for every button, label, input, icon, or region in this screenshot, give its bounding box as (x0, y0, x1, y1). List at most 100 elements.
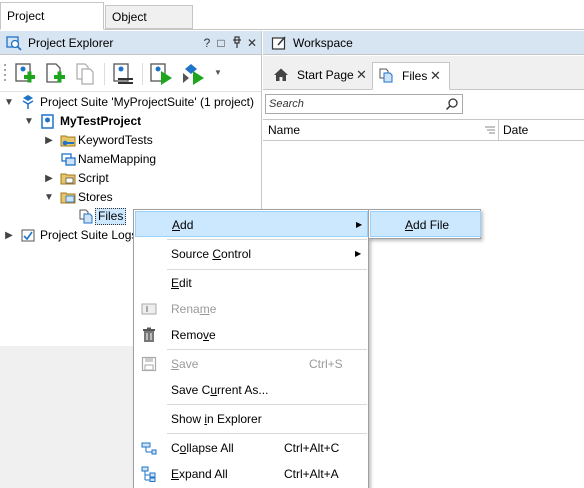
tree-label: Project Suite 'MyProjectSuite' (1 projec… (40, 95, 254, 109)
search-input[interactable]: Search (265, 94, 463, 114)
workspace-icon (271, 36, 286, 50)
column-divider[interactable] (498, 120, 499, 140)
menu-label: Remove (171, 328, 216, 342)
menu-item-rename[interactable]: Rename (135, 296, 368, 322)
rename-icon (141, 303, 157, 315)
tree-item-name-mapping[interactable]: NameMapping (0, 150, 261, 169)
config-icon[interactable] (110, 61, 136, 87)
tab-label: Files (402, 69, 428, 83)
collapse-arrow-icon[interactable]: ▼ (4, 93, 14, 112)
search-icon[interactable] (445, 97, 459, 111)
tab-label: Start Page (297, 68, 354, 82)
add-new-item-icon[interactable] (12, 61, 38, 87)
tree-item-script[interactable]: ▶ Script (0, 169, 261, 188)
collapse-arrow-icon[interactable]: ▼ (24, 112, 34, 131)
name-mapping-icon (61, 153, 76, 166)
toolbar-divider (142, 63, 143, 85)
menu-item-source-control[interactable]: Source Control ▶ (135, 241, 368, 267)
trash-icon (143, 327, 155, 342)
menu-item-save-current-as[interactable]: Save Current As... (135, 377, 368, 403)
menu-label: Save Current As... (171, 383, 269, 397)
tab-start-page[interactable]: Start Page ✕ (265, 62, 371, 90)
menu-shortcut: Ctrl+Alt+A (284, 467, 339, 481)
menu-separator (167, 433, 367, 434)
menu-item-expand-all[interactable]: Expand All Ctrl+Alt+A (135, 461, 368, 487)
copy-icon[interactable] (72, 61, 98, 87)
add-new-file-icon[interactable] (42, 61, 68, 87)
logs-icon (21, 229, 35, 242)
expand-all-icon (141, 466, 156, 482)
menu-item-remove[interactable]: Remove (135, 322, 368, 348)
tree-label: MyTestProject (60, 114, 142, 128)
close-panel-icon[interactable]: ✕ (244, 35, 260, 51)
collapse-arrow-icon[interactable]: ▼ (44, 188, 54, 207)
menu-label: Add File (405, 218, 450, 232)
keyword-tests-icon (60, 135, 76, 147)
tree-item-project-suite[interactable]: ▼ Project Suite 'MyProjectSuite' (1 proj… (0, 93, 261, 112)
files-icon (379, 68, 393, 83)
project-explorer-header: Project Explorer ? □ ✕ (0, 31, 261, 55)
float-window-icon[interactable]: □ (213, 35, 229, 51)
project-explorer-title: Project Explorer (28, 36, 114, 50)
collapse-all-icon (141, 442, 157, 455)
tree-label: Script (78, 171, 109, 185)
menu-label: Show in Explorer (171, 412, 262, 426)
menu-label: Save (171, 357, 199, 371)
close-tab-icon[interactable]: ✕ (356, 62, 367, 88)
project-suite-icon (22, 95, 34, 109)
submenu-arrow-icon: ▶ (355, 249, 362, 258)
tab-object-browser[interactable]: Object Browser (105, 5, 193, 46)
close-tab-icon[interactable]: ✕ (430, 63, 441, 89)
column-header-date[interactable]: Date (503, 123, 528, 137)
column-filter-icon[interactable] (485, 126, 495, 135)
add-submenu: Add File (368, 209, 481, 239)
tree-label: Project Suite Logs (40, 228, 138, 242)
menu-separator (167, 349, 367, 350)
toolbar-grip-icon (4, 64, 6, 81)
tab-files[interactable]: Files ✕ (372, 62, 450, 90)
menu-label: Rename (171, 302, 217, 316)
menu-item-save[interactable]: Save Ctrl+S (135, 351, 368, 377)
expand-arrow-icon[interactable]: ▶ (44, 131, 54, 150)
main-tab-strip: Project Workspace Object Browser (0, 0, 584, 49)
project-explorer-icon (6, 36, 22, 51)
run-suite-icon[interactable] (180, 61, 206, 87)
files-icon (79, 209, 93, 224)
save-icon (141, 356, 157, 372)
tree-label: KeywordTests (78, 133, 153, 147)
script-icon (60, 173, 76, 185)
files-grid-header: Name Date (263, 119, 584, 141)
project-icon (41, 114, 54, 129)
menu-label: Add (172, 218, 194, 232)
explorer-empty-area (0, 346, 133, 488)
menu-item-add-file[interactable]: Add File (370, 211, 481, 237)
column-header-name[interactable]: Name (268, 123, 300, 137)
menu-label: Collapse All (171, 441, 234, 455)
menu-shortcut: Ctrl+Alt+C (284, 441, 340, 455)
menu-item-collapse-all[interactable]: Collapse All Ctrl+Alt+C (135, 435, 368, 461)
toolbar-divider (104, 63, 105, 85)
pin-icon[interactable] (229, 35, 245, 51)
menu-item-edit[interactable]: Edit (135, 270, 368, 296)
menu-separator (167, 239, 367, 240)
menu-separator (167, 404, 367, 405)
tree-item-my-test-project[interactable]: ▼ MyTestProject (0, 112, 261, 131)
tree-label: Files (95, 208, 127, 225)
search-placeholder: Search (269, 98, 304, 110)
menu-shortcut: Ctrl+S (309, 357, 343, 371)
expand-arrow-icon[interactable]: ▶ (44, 169, 54, 188)
tree-item-stores[interactable]: ▼ Stores (0, 188, 261, 207)
submenu-arrow-icon: ▶ (356, 220, 363, 229)
menu-item-add[interactable]: Add ▶ (135, 211, 368, 237)
run-dropdown-icon[interactable]: ▼ (214, 68, 222, 77)
menu-label: Expand All (171, 467, 228, 481)
tree-label: Stores (78, 190, 113, 204)
tree-item-keyword-tests[interactable]: ▶ KeywordTests (0, 131, 261, 150)
project-explorer-toolbar: ▼ (0, 56, 261, 92)
stores-icon (60, 192, 76, 204)
expand-arrow-icon[interactable]: ▶ (4, 226, 14, 245)
tab-project-workspace[interactable]: Project Workspace (0, 2, 104, 49)
tree-label: NameMapping (78, 152, 157, 166)
run-icon[interactable] (148, 61, 174, 87)
menu-item-show-in-explorer[interactable]: Show in Explorer (135, 406, 368, 432)
